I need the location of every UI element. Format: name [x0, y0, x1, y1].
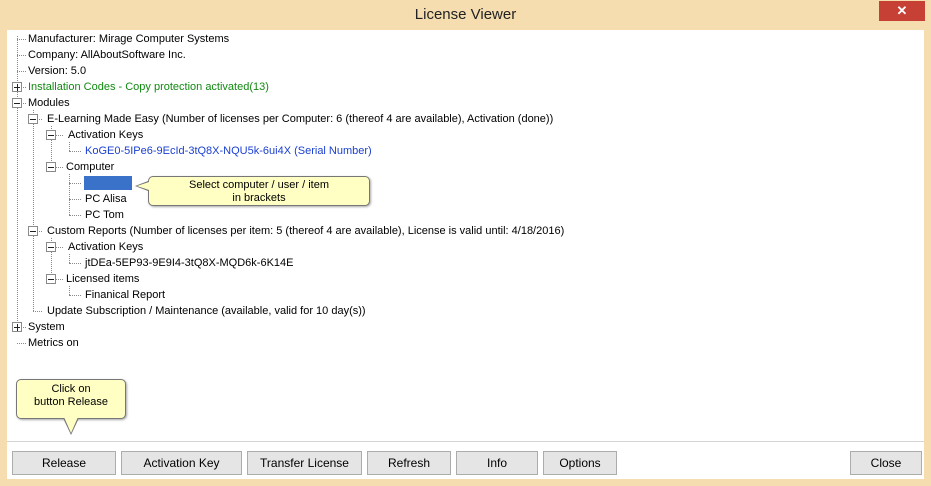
tree-line — [69, 215, 81, 216]
tree-line — [69, 151, 81, 152]
tree-line — [69, 174, 70, 215]
transfer-license-button[interactable]: Transfer License — [247, 451, 362, 475]
tree-node-version[interactable]: Version: 5.0 — [28, 64, 86, 78]
tree-node-custom-reports[interactable]: Custom Reports (Number of licenses per i… — [47, 224, 564, 238]
tree-node-computer-selected[interactable]: PC Mike — [84, 176, 132, 190]
tree-node-metrics[interactable]: Metrics on — [28, 336, 79, 350]
tree-node-modules[interactable]: Modules — [28, 96, 70, 110]
tree-line — [69, 254, 70, 263]
license-tree[interactable]: Manufacturer: Mirage Computer Systems Co… — [7, 30, 924, 440]
client-area: Manufacturer: Mirage Computer Systems Co… — [7, 30, 924, 479]
callout-text: Click on — [51, 383, 91, 395]
collapse-icon[interactable] — [28, 114, 38, 124]
activation-key-button[interactable]: Activation Key — [121, 451, 242, 475]
title-bar[interactable]: License Viewer ✕ — [0, 0, 931, 30]
tree-line — [69, 263, 81, 264]
tree-node-installation-codes[interactable]: Installation Codes - Copy protection act… — [28, 80, 269, 94]
collapse-icon[interactable] — [12, 98, 22, 108]
tree-node-licensed-items[interactable]: Licensed items — [66, 272, 139, 286]
select-item-callout: Select computer / user / item in bracket… — [148, 176, 370, 206]
tree-node-activation-keys[interactable]: Activation Keys — [68, 128, 143, 142]
tree-line — [69, 286, 70, 295]
callout-pointer — [137, 182, 149, 190]
window-close-button[interactable]: ✕ — [879, 1, 925, 21]
callout-text: button Release — [34, 396, 108, 408]
callout-text: in brackets — [232, 192, 286, 204]
callout-pointer — [64, 417, 78, 433]
tree-line-modules — [33, 110, 34, 311]
tree-node-pc-tom[interactable]: PC Tom — [85, 208, 124, 222]
options-button[interactable]: Options — [543, 451, 617, 475]
tree-node-system[interactable]: System — [28, 320, 65, 334]
info-button[interactable]: Info — [456, 451, 538, 475]
tree-line — [17, 71, 26, 72]
expand-icon[interactable] — [12, 322, 22, 332]
tree-node-key-serial[interactable]: KoGE0-5IPe6-9EcId-3tQ8X-NQU5k-6ui4X (Ser… — [85, 144, 372, 158]
collapse-icon[interactable] — [46, 130, 56, 140]
collapse-icon[interactable] — [46, 242, 56, 252]
tree-line — [69, 183, 81, 184]
tree-line — [69, 295, 81, 296]
collapse-icon[interactable] — [46, 162, 56, 172]
tree-line — [17, 55, 26, 56]
tree-node-company[interactable]: Company: AllAboutSoftware Inc. — [28, 48, 186, 62]
collapse-icon[interactable] — [46, 274, 56, 284]
release-callout: Click on button Release — [16, 379, 126, 419]
button-bar-separator — [7, 441, 924, 442]
tree-line — [17, 39, 26, 40]
expand-icon[interactable] — [12, 82, 22, 92]
tree-line — [33, 311, 42, 312]
tree-node-financial-report[interactable]: Finanical Report — [85, 288, 165, 302]
license-viewer-window: License Viewer ✕ Manufacturer: Mirage Co… — [0, 0, 931, 486]
tree-node-activation-keys[interactable]: Activation Keys — [68, 240, 143, 254]
tree-node-elearning[interactable]: E-Learning Made Easy (Number of licenses… — [47, 112, 553, 126]
tree-line — [17, 343, 26, 344]
tree-line — [69, 199, 81, 200]
tree-node-key[interactable]: jtDEa-5EP93-9E9I4-3tQ8X-MQD6k-6K14E — [85, 256, 293, 270]
close-button[interactable]: Close — [850, 451, 922, 475]
release-button[interactable]: Release — [12, 451, 116, 475]
tree-node-computer[interactable]: Computer — [66, 160, 114, 174]
refresh-button[interactable]: Refresh — [367, 451, 451, 475]
window-title: License Viewer — [414, 6, 517, 23]
callout-text: Select computer / user / item — [189, 179, 329, 191]
tree-node-pc-alisa[interactable]: PC Alisa — [85, 192, 127, 206]
tree-line — [69, 142, 70, 151]
collapse-icon[interactable] — [28, 226, 38, 236]
tree-line-root — [17, 36, 18, 331]
tree-node-update-subscription[interactable]: Update Subscription / Maintenance (avail… — [47, 304, 366, 318]
tree-node-manufacturer[interactable]: Manufacturer: Mirage Computer Systems — [28, 32, 229, 46]
